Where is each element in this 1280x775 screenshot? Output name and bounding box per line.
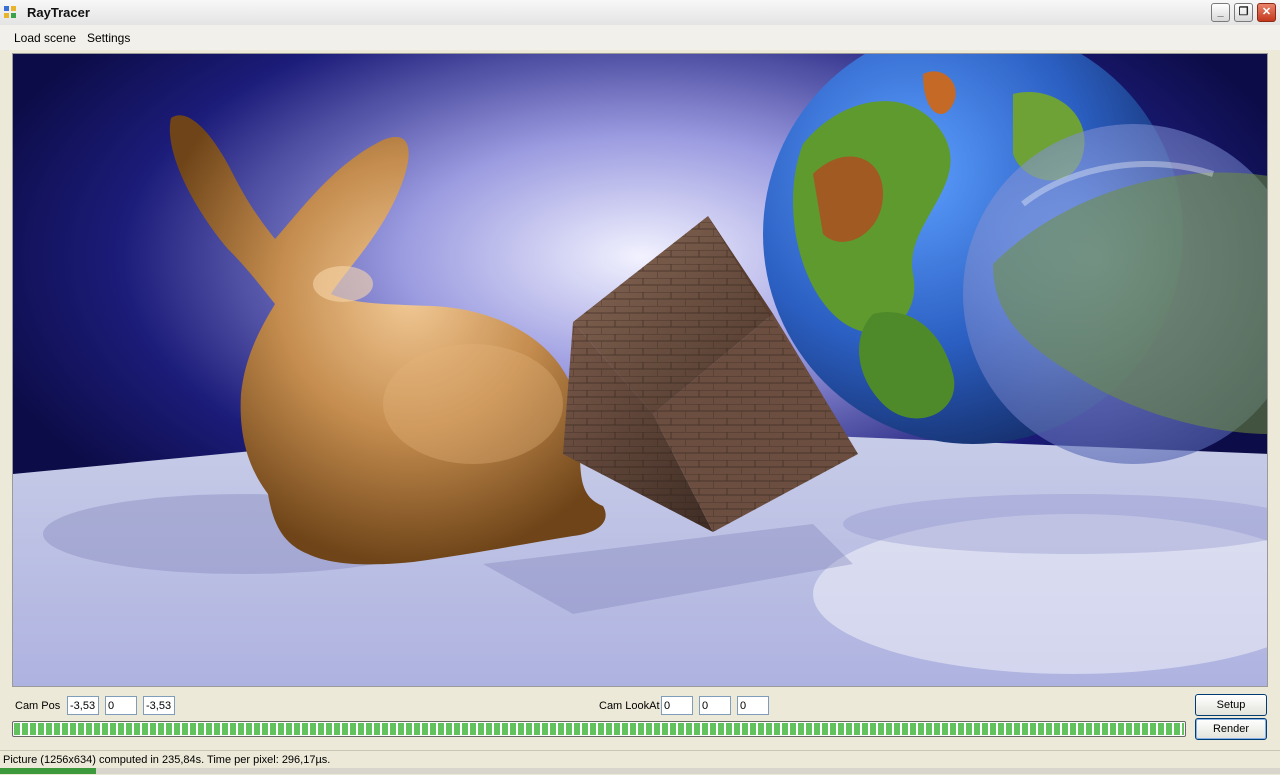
render-progress-bar <box>12 721 1186 737</box>
close-button[interactable]: ✕ <box>1257 3 1276 22</box>
cam-pos-z-input[interactable] <box>143 696 175 715</box>
setup-button[interactable]: Setup <box>1195 694 1267 716</box>
restore-button[interactable]: ❐ <box>1234 3 1253 22</box>
minimize-button[interactable]: _ <box>1211 3 1230 22</box>
render-viewport <box>12 53 1268 687</box>
menu-settings[interactable]: Settings <box>87 31 130 45</box>
cam-lookat-label: Cam LookAt <box>599 700 660 712</box>
cam-lookat-x-input[interactable] <box>661 696 693 715</box>
cam-pos-y-input[interactable] <box>105 696 137 715</box>
cam-pos-x-input[interactable] <box>67 696 99 715</box>
start-button-edge <box>0 768 96 774</box>
progress-fill <box>14 723 1184 735</box>
app-icon <box>4 6 17 19</box>
cam-pos-label: Cam Pos <box>15 700 61 712</box>
taskbar-strip <box>0 768 1280 774</box>
cam-lookat-y-input[interactable] <box>699 696 731 715</box>
window-title: RayTracer <box>27 5 90 20</box>
status-text: Picture (1256x634) computed in 235,84s. … <box>3 754 331 766</box>
menu-bar: Load scene Settings <box>0 25 1280 50</box>
cam-lookat-z-input[interactable] <box>737 696 769 715</box>
menu-load-scene[interactable]: Load scene <box>14 31 76 45</box>
title-bar: RayTracer _ ❐ ✕ <box>0 0 1280 26</box>
render-button[interactable]: Render <box>1195 718 1267 740</box>
rendered-scene-image <box>13 54 1267 686</box>
